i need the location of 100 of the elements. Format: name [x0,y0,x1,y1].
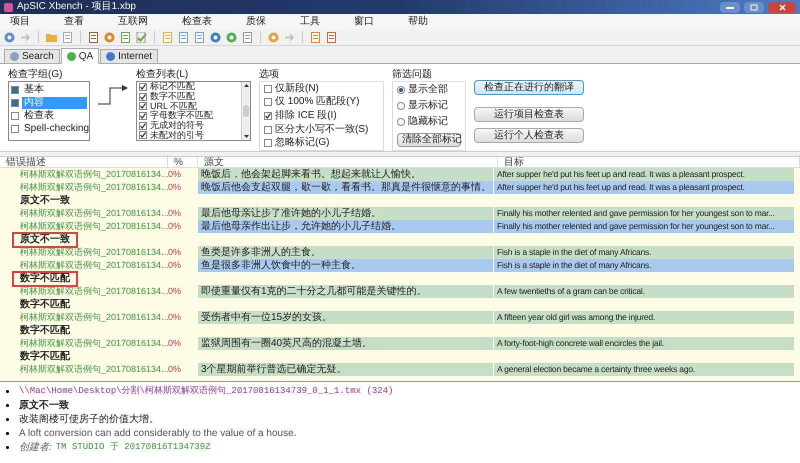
checkbox[interactable] [139,112,147,120]
target-cell[interactable]: A few twentieths of a gram can be critical. [494,285,794,298]
maximize-icon [750,4,758,10]
document-icon[interactable] [242,32,253,42]
scrollbar[interactable] [241,82,250,140]
source-cell[interactable]: 最后他母亲让步了准许她的小儿子结婚。 [198,207,494,220]
group-label: 筛选问题 [392,68,433,81]
check-icon[interactable] [136,32,147,42]
maximize-button[interactable] [744,2,764,12]
checkbox[interactable] [264,84,272,93]
document-icon[interactable] [194,32,205,42]
menu-item[interactable]: 查看 [54,16,94,26]
file-name: 柯林斯双解双语例句_20170816134... [19,170,168,179]
column-header[interactable]: 错误描述 [0,157,168,167]
checkbox[interactable] [139,92,147,100]
target-cell[interactable]: After supper he'd put his feet up and read. It was a pleasant prospect. [494,181,794,194]
tab[interactable]: Internet [100,49,158,63]
check-label: 数字不匹配 [150,92,195,101]
window-title: ApSIC Xbench - 项目1.xbp [17,2,136,12]
source-cell[interactable]: 受伤者中有一位15岁的女孩。 [198,311,494,324]
column-header[interactable]: 目标 [498,157,800,167]
radio-button[interactable] [397,118,405,126]
menu-item[interactable]: 质保 [236,16,276,26]
source-cell[interactable]: 3个星期前举行普选已确定无疑。 [198,363,494,376]
source-cell[interactable]: 晚饭后，他会架起脚来看书。想起来就让人愉快。 [198,168,494,181]
target-cell[interactable]: A general election became a certainty three weeks ago. [494,363,794,376]
menu-item[interactable]: 项目 [0,16,40,26]
file-name: 柯林斯双解双语例句_20170816134... [19,183,168,192]
error-type[interactable]: 原文不一致 [12,232,78,248]
menu-item[interactable]: 检查表 [172,16,222,26]
up-arrow-icon[interactable] [244,84,248,87]
minimize-button[interactable] [720,2,740,12]
match-percent: 0% [168,287,182,296]
source-cell[interactable]: 监狱周围有一圈40英尺高的混凝土墙。 [198,337,494,350]
menu-item[interactable]: 帮助 [398,16,438,26]
checkbox[interactable] [139,122,147,130]
match-percent: 0% [168,261,182,270]
match-percent: 0% [168,209,182,218]
source-cell[interactable]: 鱼类是许多非洲人的主食。 [198,246,494,259]
document-icon[interactable] [120,32,131,42]
list-item[interactable]: Spell-checking [22,122,92,134]
match-percent: 0% [168,248,182,257]
document-icon[interactable] [178,32,189,42]
error-type[interactable]: 原文不一致 [12,192,78,208]
source-cell[interactable]: 即使重量仅有1克的二十分之几都可能是关键性的。 [198,285,494,298]
checkbox[interactable] [11,124,19,132]
checkbox[interactable] [139,82,147,91]
close-button[interactable] [768,2,796,12]
detail-path: \\Mac\Home\Desktop\分割\柯林斯双解双语例句_20170816134739_0_1_1.tmx (324) [19,387,394,396]
down-arrow-icon[interactable] [244,135,248,138]
target-cell[interactable]: A fifteen year old girl was among the injured. [494,311,794,324]
error-type[interactable]: 数字不匹配 [12,296,78,312]
source-cell[interactable]: 最后他母亲作出让步，允许她的小儿子结婚。 [198,220,494,233]
checkbox[interactable] [264,139,272,148]
target-cell[interactable]: Fish is a staple in the diet of many Africans. [494,259,794,272]
error-type[interactable]: 数字不匹配 [12,348,78,364]
tab[interactable]: QA [60,48,100,64]
check-label: 未配对的引号 [150,130,204,140]
checkbox[interactable] [264,126,272,134]
error-type[interactable]: 数字不匹配 [12,270,78,286]
checkbox[interactable] [264,98,272,106]
target-cell[interactable]: Finally his mother relented and gave permission for her youngest son to mar... [494,207,794,220]
menu-item[interactable]: 工具 [290,16,330,26]
check-label: 无成对的符号 [150,121,204,130]
checkbox[interactable] [11,86,19,94]
scrollbar-thumb[interactable] [243,105,249,117]
checkbox[interactable] [11,98,19,106]
checkbox[interactable] [139,102,147,110]
group-label: 检查字组(G) [8,68,64,81]
radio-button[interactable] [397,102,405,110]
bullet [6,390,9,393]
action-button[interactable]: 运行项目检查表 [474,107,584,122]
target-cell[interactable]: Finally his mother relented and gave permission for her youngest son to mar... [494,220,794,233]
list-item[interactable]: 基本 [22,84,46,96]
document-icon[interactable] [88,32,99,42]
checkbox[interactable] [11,112,19,120]
menu-item[interactable]: 互联网 [108,16,158,26]
radio-button[interactable] [397,86,405,94]
column-header[interactable]: % [168,157,198,167]
file-name: 柯林斯双解双语例句_20170816134... [19,209,168,218]
radio-label: 隐藏标记 [408,117,448,127]
action-button[interactable]: 检查正在进行的翻译 [474,80,584,95]
checkbox[interactable] [139,131,147,140]
checkbox-label: 忽略标记(G) [275,138,330,148]
source-cell[interactable]: 晚饭后他会支起双腿，歇一歇，看看书。那真是件很惬意的事情。 [198,181,494,194]
match-percent: 0% [168,365,182,374]
tab[interactable]: Search [4,49,60,63]
menu-item[interactable]: 窗口 [344,16,384,26]
document-icon[interactable] [62,32,73,42]
action-button[interactable]: 运行个人检查表 [474,128,584,143]
source-cell[interactable]: 鱼是很多非洲人饮食中的一种主食。 [198,259,494,272]
error-type[interactable]: 数字不匹配 [12,322,78,338]
target-cell[interactable]: A forty-foot-high concrete wall encircles the jail. [494,337,794,350]
list-item[interactable]: 检查表 [22,110,56,122]
target-cell[interactable]: Fish is a staple in the diet of many Africans. [494,246,794,259]
minimize-icon [726,6,734,8]
checkbox[interactable] [264,112,272,120]
clear-marks-button[interactable]: 清除全部标记 [397,133,461,147]
bullet [6,418,9,421]
target-cell[interactable]: After supper he'd put his feet up and read. It was a pleasant prospect. [494,168,794,181]
